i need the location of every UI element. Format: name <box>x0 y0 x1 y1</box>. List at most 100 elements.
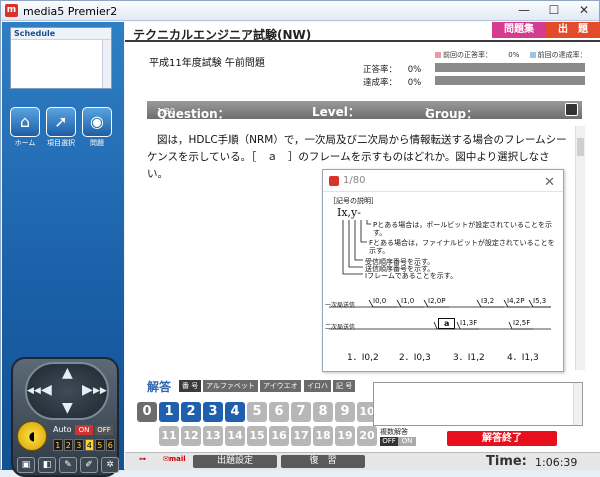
speed-6[interactable]: 6 <box>105 439 115 451</box>
question-label-text: Question： <box>157 107 230 121</box>
key-13[interactable]: 13 <box>203 426 223 446</box>
key-17[interactable]: 17 <box>291 426 311 446</box>
end-answer-button[interactable]: 解答終了 <box>447 431 557 446</box>
speaker-icon: ◖ <box>28 429 36 443</box>
speed-1[interactable]: 1 <box>53 439 63 451</box>
pen-icon: ✎ <box>64 460 72 470</box>
frame-p3: I2,0P <box>428 297 446 305</box>
maximize-button[interactable]: ☐ <box>539 1 569 20</box>
speed-2[interactable]: 2 <box>63 439 73 451</box>
primary-station-label: 一次局送信 <box>325 302 356 309</box>
problem-label: 問題 <box>90 139 104 147</box>
key-4[interactable]: 4 <box>225 402 245 422</box>
next-arrow-icon[interactable]: ▶ <box>82 382 93 398</box>
multi-answer-label: 複数解答 <box>380 428 408 436</box>
key-0[interactable]: 0 <box>137 402 157 422</box>
multi-answer-on[interactable]: ON <box>398 437 416 446</box>
frame-p1: I0,0 <box>373 297 387 305</box>
pen-button[interactable]: ✎ <box>59 457 77 473</box>
prev-arrow-icon[interactable]: ◀ <box>41 382 52 398</box>
frame-p6: I5,3 <box>533 297 547 305</box>
speaker-button[interactable]: ◖ <box>17 421 47 451</box>
key-14[interactable]: 14 <box>225 426 245 446</box>
speed-selector: 1 2 3 4 5 6 <box>53 439 115 451</box>
question-label: Question： 1/80 <box>157 103 230 121</box>
settings-button[interactable]: ✲ <box>101 457 119 473</box>
tab-problem-set[interactable]: 問題集 <box>492 22 546 38</box>
header-divider <box>125 40 600 42</box>
key-5[interactable]: 5 <box>247 402 267 422</box>
correct-rate-value: 0% <box>407 65 422 75</box>
item-select-button[interactable]: ➚ <box>46 107 76 137</box>
tab-symbol[interactable]: 記 号 <box>333 380 356 392</box>
key-6[interactable]: 6 <box>269 402 289 422</box>
question-scrollbar[interactable] <box>575 126 585 370</box>
review-button[interactable]: 復 習 <box>281 455 365 468</box>
problem-button[interactable]: ◉ <box>82 107 112 137</box>
group-label: Group： 1 <box>425 103 478 121</box>
schedule-scrollbar[interactable] <box>102 40 111 88</box>
speed-3[interactable]: 3 <box>74 439 84 451</box>
up-arrow-icon[interactable]: ▲ <box>62 365 73 381</box>
prev-correct-swatch <box>435 52 441 58</box>
auto-off-toggle[interactable]: OFF <box>95 425 113 435</box>
key-3[interactable]: 3 <box>203 402 223 422</box>
speed-4[interactable]: 4 <box>84 439 94 451</box>
key-15[interactable]: 15 <box>247 426 267 446</box>
tab-aiueo[interactable]: アイウエオ <box>260 380 301 392</box>
multi-answer-off[interactable]: OFF <box>380 437 398 446</box>
direction-dial: ▲ ▼ ◀ ▶ ◀◀ ▶▶ <box>25 362 109 420</box>
cursor-icon: ➚ <box>54 112 68 131</box>
frame-p5: I4,2P <box>507 297 525 305</box>
schedule-panel: Schedule <box>10 27 112 89</box>
tab-alphabet[interactable]: アルファベット <box>203 380 258 392</box>
key-20[interactable]: 20 <box>357 426 377 446</box>
achieve-rate: 達成率： 0% <box>363 76 421 88</box>
screen-button[interactable]: ▣ <box>17 457 35 473</box>
close-button[interactable]: ✕ <box>569 1 599 20</box>
key-19[interactable]: 19 <box>335 426 355 446</box>
legend-prev-correct-val: 0% <box>508 51 520 59</box>
question-scroll-thumb[interactable] <box>577 138 584 156</box>
key-7[interactable]: 7 <box>291 402 311 422</box>
rewind-icon[interactable]: ◀◀ <box>27 386 41 396</box>
network-icon[interactable]: ⊶ <box>139 455 146 463</box>
key-8[interactable]: 8 <box>313 402 333 422</box>
popup-close-icon[interactable]: ✕ <box>544 172 555 194</box>
answer-input-scrollbar[interactable] <box>573 383 582 425</box>
window-toggle-icon[interactable] <box>565 103 578 116</box>
down-arrow-icon[interactable]: ▼ <box>62 400 73 416</box>
screen-icon: ▣ <box>21 460 31 470</box>
key-12[interactable]: 12 <box>181 426 201 446</box>
key-11[interactable]: 11 <box>159 426 179 446</box>
frame-p2: I1,0 <box>401 297 415 305</box>
mail-button[interactable]: ✉mail <box>163 455 186 463</box>
exam-settings-button[interactable]: 出題設定 <box>193 455 277 468</box>
marker-button[interactable]: ✐ <box>80 457 98 473</box>
player-remote: ▲ ▼ ◀ ▶ ◀◀ ▶▶ ◖ Auto ON OFF 1 2 3 4 5 6 … <box>11 357 119 477</box>
fast-forward-icon[interactable]: ▶▶ <box>93 386 107 396</box>
auto-on-toggle[interactable]: ON <box>75 425 93 435</box>
key-16[interactable]: 16 <box>269 426 289 446</box>
tab-iroha[interactable]: イロハ <box>304 380 331 392</box>
frame-s3: I2,5F <box>513 319 531 327</box>
frame-p4: I3,2 <box>481 297 495 305</box>
legend: 前回の正答率： 0% 前回の達成率： 0% <box>435 50 600 60</box>
tab-output[interactable]: 出 題 <box>546 22 600 38</box>
key-2[interactable]: 2 <box>181 402 201 422</box>
popup-header: 1/80 ✕ <box>323 170 563 192</box>
speed-5[interactable]: 5 <box>95 439 105 451</box>
volume-button[interactable]: ◧ <box>38 457 56 473</box>
item-select-label: 項目選択 <box>47 139 75 147</box>
footer-bar: ⊶ ✉mail 出題設定 復 習 Time: 1:06:39 <box>125 452 600 470</box>
home-button[interactable]: ⌂ <box>10 107 40 137</box>
answer-input-box[interactable] <box>373 382 583 426</box>
key-18[interactable]: 18 <box>313 426 333 446</box>
choice-4: 4．I1,3 <box>507 353 539 363</box>
minimize-button[interactable]: — <box>509 1 539 20</box>
frame-blank-a: a <box>438 318 456 329</box>
tab-number[interactable]: 番 号 <box>179 380 202 392</box>
choice-3: 3．I1,2 <box>453 353 485 363</box>
key-1[interactable]: 1 <box>159 402 179 422</box>
key-9[interactable]: 9 <box>335 402 355 422</box>
